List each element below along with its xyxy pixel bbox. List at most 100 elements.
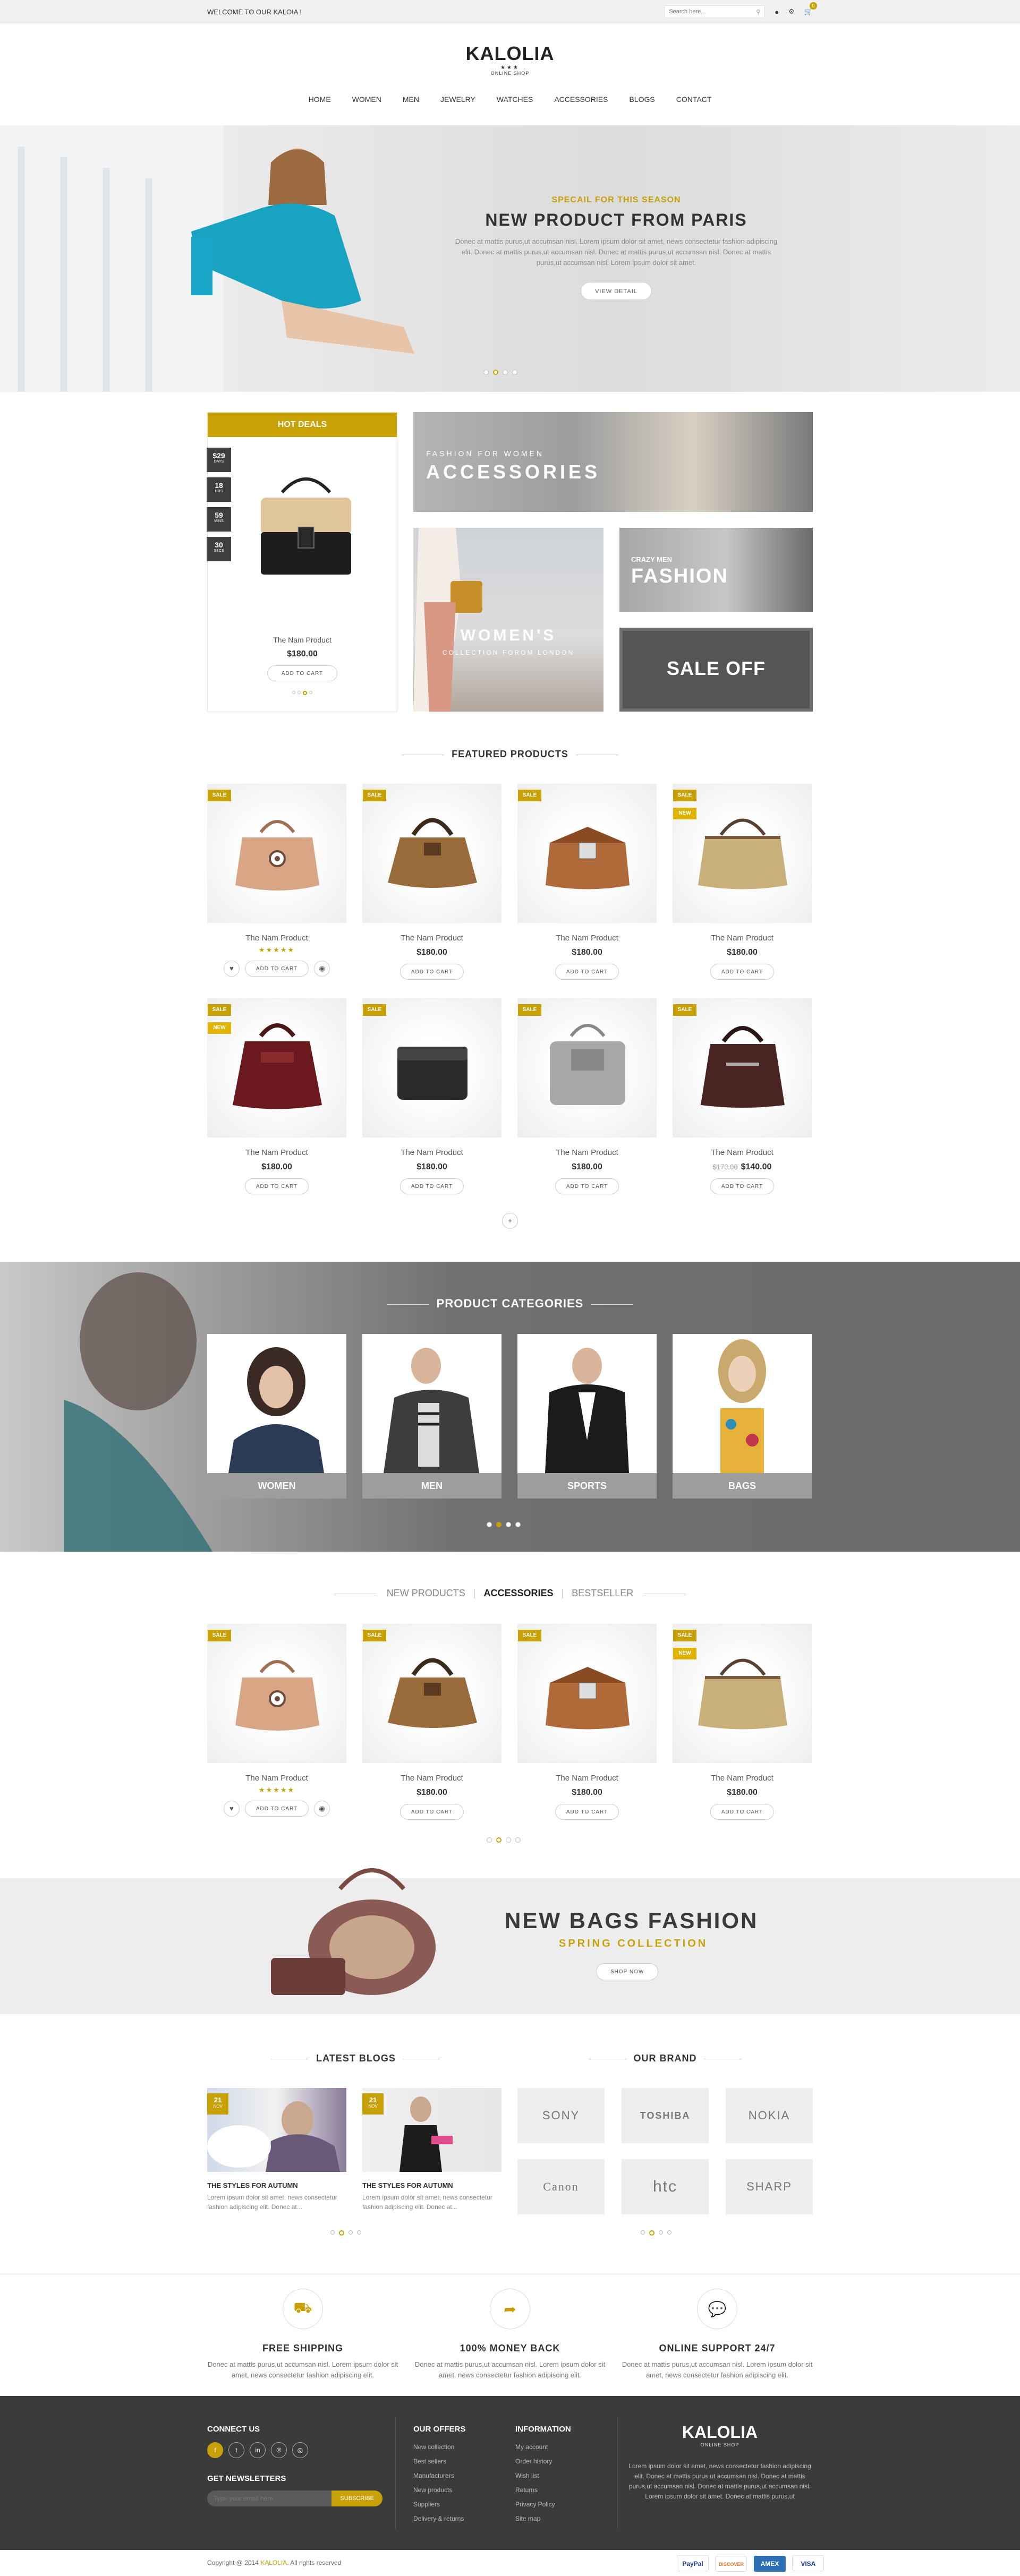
tab-new-products[interactable]: NEW PRODUCTS: [387, 1588, 465, 1598]
product-name[interactable]: The Nam Product: [517, 1148, 657, 1157]
product-name[interactable]: The Nam Product: [517, 934, 657, 943]
product-image[interactable]: SALE: [673, 998, 812, 1137]
eye-icon[interactable]: ◉: [314, 961, 330, 977]
site-logo[interactable]: KALOLIA ★★★ ONLINE SHOP: [0, 23, 1020, 76]
subscribe-button[interactable]: SUBSCRIBE: [332, 2491, 382, 2506]
product-card[interactable]: SALE The Nam Product $180.00 ADD TO CART: [362, 1624, 502, 1820]
deal-add-to-cart-button[interactable]: ADD TO CART: [267, 665, 338, 681]
blog-dot[interactable]: [357, 2230, 361, 2235]
product-card[interactable]: SALE NEW The Nam Product $180.00 ADD TO CART: [207, 998, 346, 1194]
hero-view-detail-button[interactable]: VIEW DETAIL: [581, 282, 652, 300]
product-name[interactable]: The Nam Product: [517, 1774, 657, 1783]
nav-contact[interactable]: CONTACT: [676, 95, 712, 104]
footer-logo[interactable]: KALOLIA: [627, 2423, 813, 2442]
deal-dot[interactable]: [309, 691, 312, 694]
deal-product-name[interactable]: The Nam Product: [208, 636, 397, 644]
facebook-icon[interactable]: f: [207, 2442, 223, 2458]
heart-icon[interactable]: ♥: [223, 961, 240, 977]
footer-link[interactable]: Best sellers: [413, 2454, 465, 2469]
product-name[interactable]: The Nam Product: [362, 1774, 502, 1783]
product-name[interactable]: The Nam Product: [673, 1774, 812, 1783]
nav-jewelry[interactable]: JEWELRY: [440, 95, 475, 104]
blog-post[interactable]: 21 NOV THE STYLES FOR AUTUMN Lorem ipsum …: [207, 2088, 346, 2212]
product-card[interactable]: SALE NEW The Nam Product $180.00 ADD TO CART: [673, 1624, 812, 1820]
add-to-cart-button[interactable]: ADD TO CART: [555, 1178, 619, 1194]
blog-dot-active[interactable]: [339, 2230, 344, 2236]
copyright-brand[interactable]: KALOLIA: [260, 2559, 287, 2566]
product-image[interactable]: SALE: [362, 998, 502, 1137]
product-name[interactable]: The Nam Product: [207, 1774, 346, 1783]
categories-dot-active[interactable]: [496, 1522, 502, 1527]
product-image[interactable]: SALE: [362, 784, 502, 923]
product-image[interactable]: SALE: [517, 998, 657, 1137]
product-image[interactable]: SALE: [207, 1624, 346, 1763]
blog-title[interactable]: THE STYLES FOR AUTUMN: [207, 2181, 346, 2189]
blog-title[interactable]: THE STYLES FOR AUTUMN: [362, 2181, 502, 2189]
product-name[interactable]: The Nam Product: [362, 1148, 502, 1157]
search-box[interactable]: ⚲: [664, 5, 766, 18]
product-card[interactable]: SALE The Nam Product $180.00 ADD TO CART: [517, 784, 657, 980]
blog-dot[interactable]: [348, 2230, 353, 2235]
product-name[interactable]: The Nam Product: [362, 934, 502, 943]
tab-products-dot[interactable]: [487, 1837, 492, 1843]
bags-banner-shop-now-button[interactable]: SHOP NOW: [596, 1963, 659, 1980]
womens-collection-banner[interactable]: WOMEN'S COLLECTION FOROM LONDON: [413, 528, 604, 712]
footer-link[interactable]: My account: [515, 2440, 571, 2454]
product-card[interactable]: SALE The Nam Product $180.00 ADD TO CART: [517, 998, 657, 1194]
brand-htc[interactable]: htc: [622, 2159, 709, 2214]
blog-post[interactable]: 21 NOV THE STYLES FOR AUTUMN Lorem ipsum …: [362, 2088, 502, 2212]
product-image[interactable]: SALE NEW: [673, 1624, 812, 1763]
categories-dot[interactable]: [506, 1522, 511, 1527]
nav-blogs[interactable]: BLOGS: [629, 95, 654, 104]
blog-dot[interactable]: [330, 2230, 335, 2235]
category-women[interactable]: WOMEN: [207, 1334, 346, 1499]
rss-icon[interactable]: ℗: [271, 2442, 287, 2458]
deal-dot-active[interactable]: [303, 691, 307, 695]
footer-link[interactable]: Suppliers: [413, 2497, 465, 2512]
product-card[interactable]: SALE The Nam Product $180.00 ADD TO CART: [517, 1624, 657, 1820]
deal-dot[interactable]: [292, 691, 295, 694]
brand-toshiba[interactable]: TOSHIBA: [622, 2088, 709, 2143]
linkedin-icon[interactable]: in: [250, 2442, 266, 2458]
brand-sharp[interactable]: SHARP: [726, 2159, 813, 2214]
categories-dot[interactable]: [487, 1522, 492, 1527]
footer-link[interactable]: Wish list: [515, 2469, 571, 2483]
plus-icon[interactable]: +: [502, 1213, 518, 1229]
nav-watches[interactable]: WATCHES: [497, 95, 533, 104]
cart-icon[interactable]: 🛒 0: [804, 2, 817, 16]
brand-sony[interactable]: SONY: [517, 2088, 605, 2143]
product-card[interactable]: SALE The Nam Product ★★★★★ ♥ ADD TO CART ◉: [207, 784, 346, 977]
product-image[interactable]: SALE: [362, 1624, 502, 1763]
deal-dot[interactable]: [298, 691, 301, 694]
add-to-cart-button[interactable]: ADD TO CART: [244, 1178, 309, 1194]
product-image[interactable]: SALE: [517, 784, 657, 923]
add-to-cart-button[interactable]: ADD TO CART: [400, 1178, 464, 1194]
add-to-cart-button[interactable]: ADD TO CART: [400, 964, 464, 980]
add-to-cart-button[interactable]: ADD TO CART: [555, 964, 619, 980]
deal-product-image[interactable]: [240, 471, 372, 593]
product-card[interactable]: SALE The Nam Product $180.00 ADD TO CART: [362, 998, 502, 1194]
footer-link[interactable]: Delivery & returns: [413, 2512, 465, 2526]
brand-dot-active[interactable]: [649, 2230, 654, 2236]
category-bags[interactable]: BAGS: [673, 1334, 812, 1499]
product-name[interactable]: The Nam Product: [207, 1148, 346, 1157]
tab-accessories[interactable]: ACCESSORIES: [483, 1588, 553, 1598]
add-to-cart-button[interactable]: ADD TO CART: [710, 1178, 775, 1194]
product-image[interactable]: SALE NEW: [207, 998, 346, 1137]
add-to-cart-button[interactable]: ADD TO CART: [710, 1804, 775, 1820]
footer-link[interactable]: Privacy Policy: [515, 2497, 571, 2512]
load-more[interactable]: +: [497, 1213, 523, 1229]
footer-link[interactable]: Site map: [515, 2512, 571, 2526]
footer-link[interactable]: Returns: [515, 2483, 571, 2497]
nav-home[interactable]: HOME: [309, 95, 331, 104]
tab-bestseller[interactable]: BESTSELLER: [572, 1588, 633, 1598]
product-card[interactable]: SALE The Nam Product $180.00 ADD TO CART: [362, 784, 502, 980]
product-image[interactable]: SALE: [207, 784, 346, 923]
category-men[interactable]: MEN: [362, 1334, 502, 1499]
brand-dot[interactable]: [667, 2230, 672, 2235]
newsletter-email-input[interactable]: [207, 2491, 332, 2506]
tab-products-dot[interactable]: [515, 1837, 521, 1843]
user-icon[interactable]: ●: [775, 8, 779, 16]
brand-canon[interactable]: Canon: [517, 2159, 605, 2214]
add-to-cart-button[interactable]: ADD TO CART: [555, 1804, 619, 1820]
